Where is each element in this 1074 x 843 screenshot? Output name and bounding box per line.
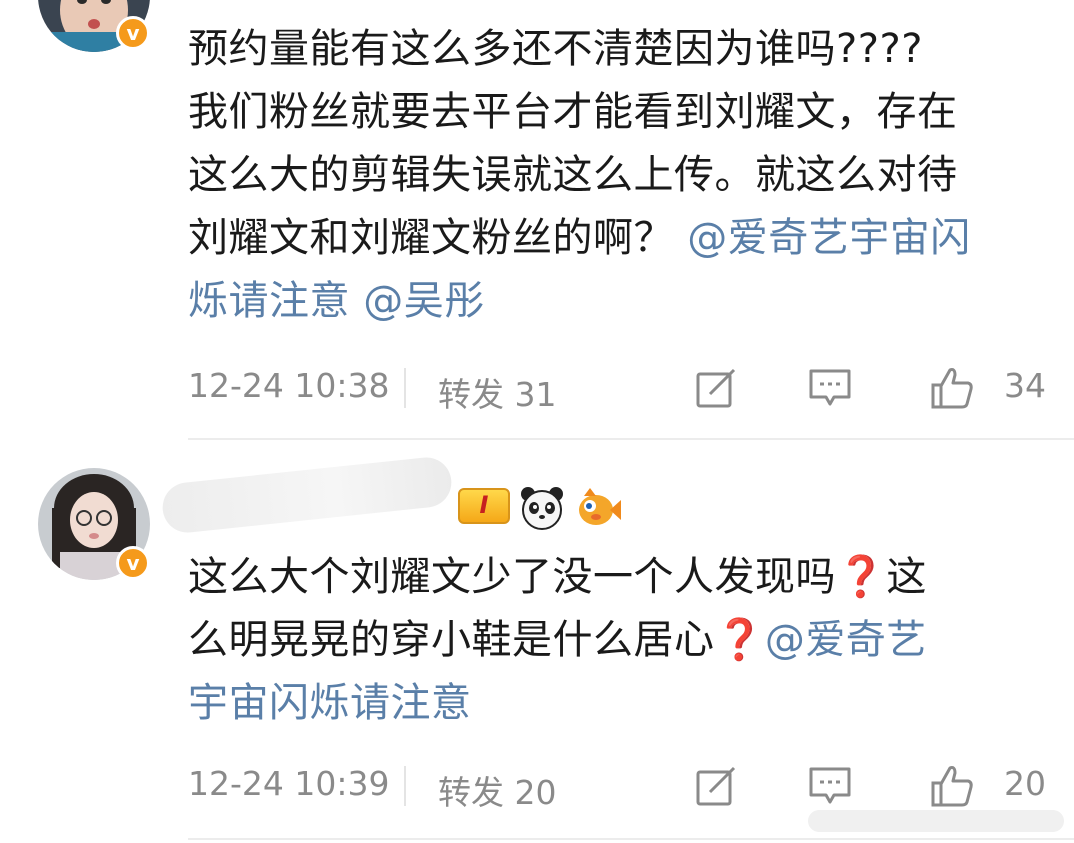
mention-link[interactable]: @爱奇艺 <box>765 617 927 663</box>
mention-link[interactable]: @爱奇艺宇宙闪 <box>687 215 971 261</box>
like-icon[interactable] <box>930 366 974 410</box>
text-line: 烁请注意 @吴彤 <box>188 270 1048 333</box>
text-segment: 么明晃晃的穿小鞋是什么居心 <box>188 617 715 663</box>
comment-icon[interactable] <box>808 764 852 808</box>
text-line: 这么大的剪辑失误就这么上传。就这么对待 <box>188 152 958 198</box>
edit-icon[interactable] <box>694 764 738 808</box>
text-line: 么明晃晃的穿小鞋是什么居心❓@爱奇艺 <box>188 609 1048 672</box>
like-count: 20 <box>1004 764 1046 803</box>
like-icon[interactable] <box>930 764 974 808</box>
text-segment: 刘耀文和刘耀文粉丝的啊？ <box>188 215 674 261</box>
mention-link[interactable]: 宇宙闪烁请注意 <box>188 680 472 726</box>
panda-emoji-icon <box>521 487 563 530</box>
like-count: 34 <box>1004 366 1046 405</box>
watermark <box>808 810 1064 832</box>
comment-text: 预约量能有这么多还不清楚因为谁吗???? 我们粉丝就要去平台才能看到刘耀文，存在… <box>188 18 1048 333</box>
mention-link[interactable]: 烁请注意 <box>188 278 350 324</box>
edit-icon[interactable] <box>694 366 738 410</box>
verified-v-icon: v <box>116 546 150 580</box>
text-segment: 这 <box>886 554 927 600</box>
divider <box>404 766 406 806</box>
text-line: 刘耀文和刘耀文粉丝的啊？ @爱奇艺宇宙闪 <box>188 207 1048 270</box>
comment-icon[interactable] <box>808 366 852 410</box>
divider <box>404 368 406 408</box>
level-badge: I <box>458 488 510 524</box>
repost-button[interactable]: 转发 31 <box>438 368 556 416</box>
comment-text: 这么大个刘耀文少了没一个人发现吗❓这 么明晃晃的穿小鞋是什么居心❓@爱奇艺 宇宙… <box>188 546 1048 735</box>
question-mark-emoji: ❓ <box>836 554 887 600</box>
comment-post-1: v 预约量能有这么多还不清楚因为谁吗???? 我们粉丝就要去平台才能看到刘耀文，… <box>0 0 1074 438</box>
text-line: 预约量能有这么多还不清楚因为谁吗???? <box>188 26 923 72</box>
post-divider <box>188 838 1074 840</box>
mention-link[interactable]: @吴彤 <box>363 278 485 324</box>
timestamp: 12-24 10:38 <box>188 366 390 405</box>
text-segment: 这么大个刘耀文少了没一个人发现吗 <box>188 554 836 600</box>
comment-meta: 12-24 10:39 转发 20 20 <box>188 764 1048 814</box>
timestamp: 12-24 10:39 <box>188 764 390 803</box>
comment-meta: 12-24 10:38 转发 31 34 <box>188 366 1048 416</box>
fish-emoji-icon <box>579 488 621 525</box>
text-line: 我们粉丝就要去平台才能看到刘耀文，存在 <box>188 89 958 135</box>
text-line: 宇宙闪烁请注意 <box>188 672 1048 735</box>
text-line: 这么大个刘耀文少了没一个人发现吗❓这 <box>188 546 1048 609</box>
question-mark-emoji: ❓ <box>714 617 765 663</box>
verified-v-icon: v <box>116 16 150 50</box>
repost-button[interactable]: 转发 20 <box>438 766 556 814</box>
